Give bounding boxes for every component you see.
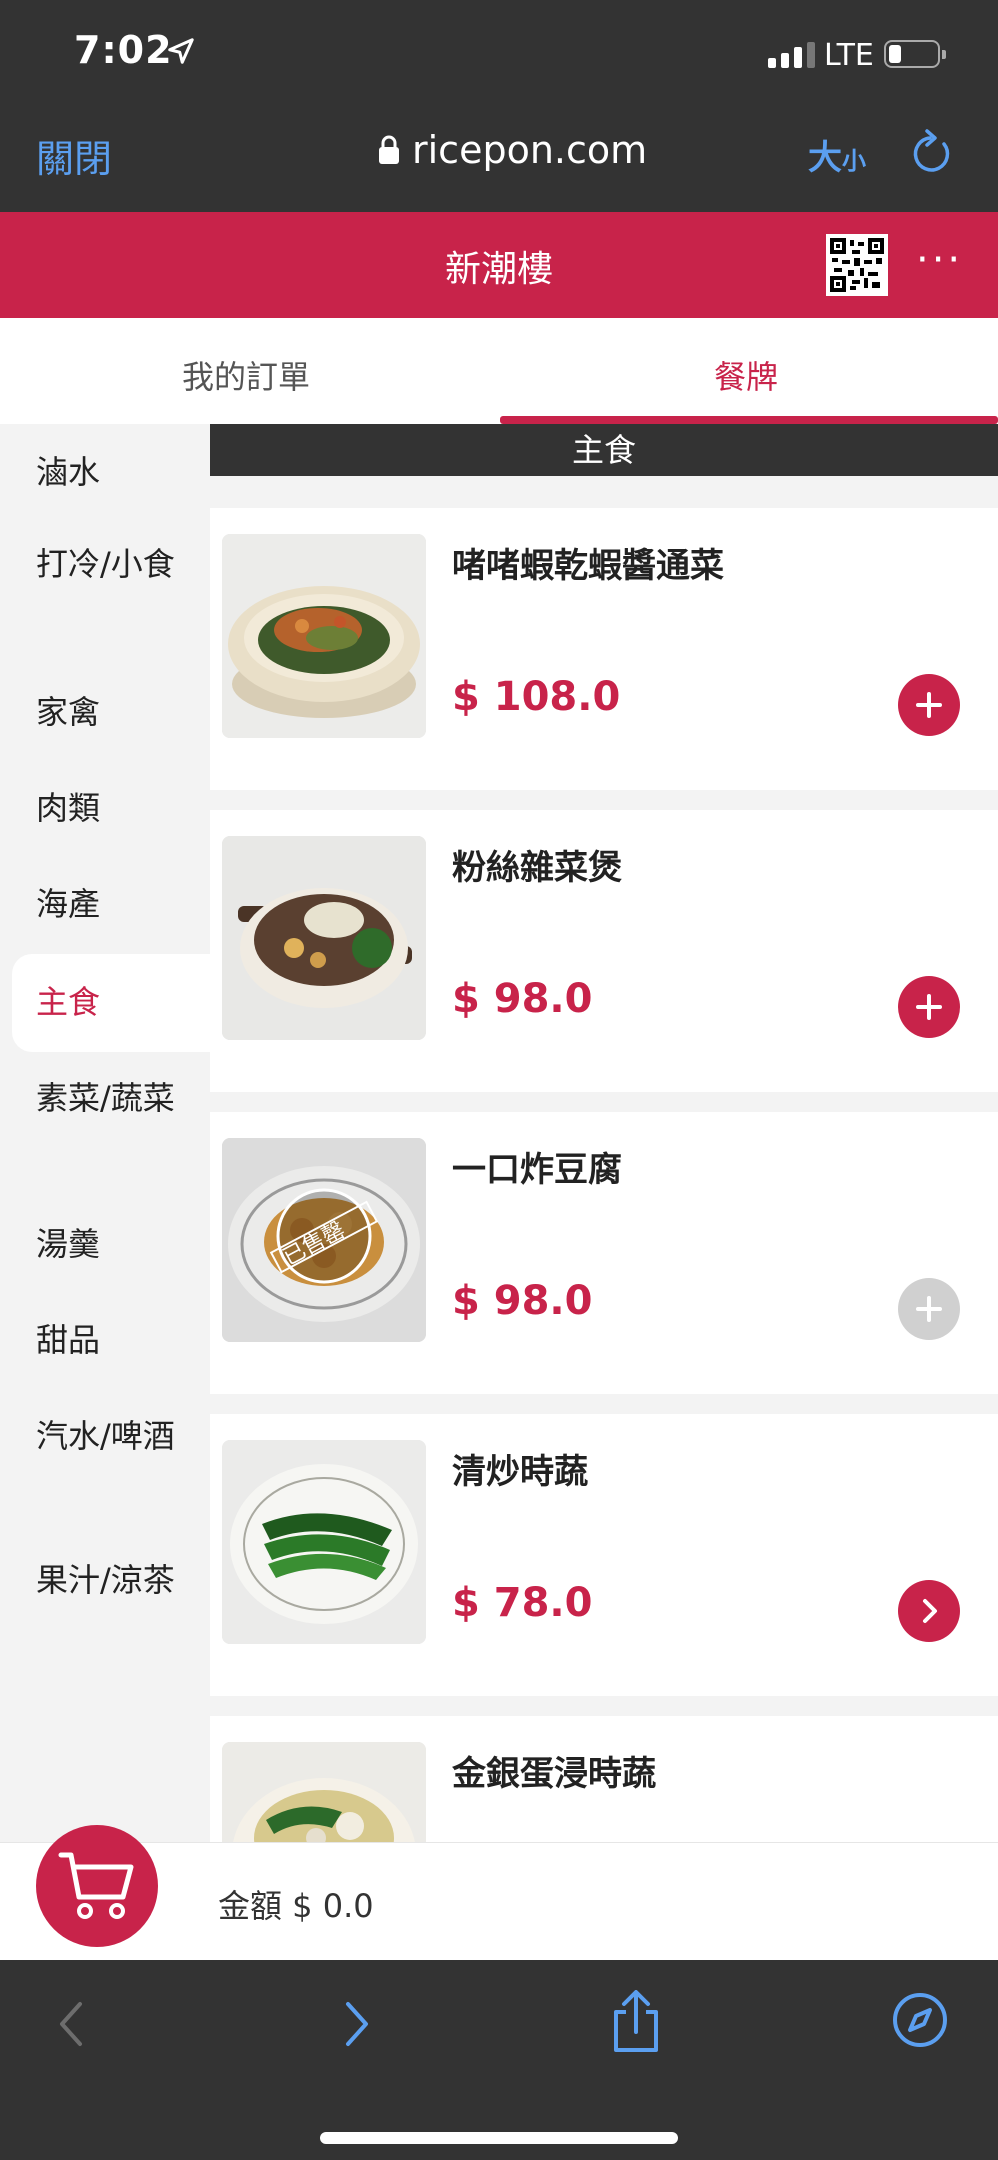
- location-arrow-icon: [168, 38, 194, 64]
- sidebar-item-dessert[interactable]: 甜品: [36, 1316, 176, 1364]
- forward-icon[interactable]: [336, 1996, 376, 2052]
- back-icon[interactable]: [52, 1996, 92, 2052]
- cart-bar: 金額 $ 0.0: [0, 1825, 998, 1960]
- dish-photo: [222, 1742, 426, 1842]
- dish-name: 金銀蛋浸時蔬: [452, 1754, 656, 1794]
- network-label: LTE: [824, 38, 874, 73]
- menu-item[interactable]: 啫啫蝦乾蝦醬通菜 $ 108.0: [210, 508, 998, 790]
- sidebar-item-soup[interactable]: 湯羹: [36, 1220, 176, 1268]
- sidebar-item-poultry[interactable]: 家禽: [36, 688, 176, 736]
- qr-code-icon[interactable]: [826, 234, 888, 296]
- menu-item[interactable]: 金銀蛋浸時蔬: [210, 1716, 998, 1842]
- plus-icon: [916, 994, 942, 1020]
- sidebar-item-soda-beer[interactable]: 汽水/啤酒: [36, 1412, 176, 1460]
- status-time: 7:02: [74, 28, 173, 72]
- view-options-button[interactable]: [898, 1580, 960, 1642]
- browser-bar: 關閉 ricepon.com 大小: [0, 110, 998, 212]
- dish-photo: 已售罄: [222, 1138, 426, 1342]
- sidebar-item-juice-tea[interactable]: 果汁/涼茶: [36, 1556, 176, 1604]
- dish-name: 一口炸豆腐: [452, 1150, 622, 1190]
- dish-price: $ 98.0: [452, 1278, 593, 1324]
- menu-item[interactable]: 粉絲雜菜煲 $ 98.0: [210, 810, 998, 1092]
- sidebar-item-vegetables[interactable]: 素菜/蔬菜: [36, 1074, 176, 1122]
- home-indicator[interactable]: [320, 2132, 678, 2144]
- status-bar: 7:02 LTE: [0, 0, 998, 110]
- add-to-cart-button-disabled: [898, 1278, 960, 1340]
- add-to-cart-button[interactable]: [898, 976, 960, 1038]
- menu-item[interactable]: 清炒時蔬 $ 78.0: [210, 1414, 998, 1696]
- browser-toolbar: [0, 1960, 998, 2160]
- signal-icon: [768, 42, 815, 68]
- lock-icon: [379, 135, 399, 164]
- dish-name: 粉絲雜菜煲: [452, 848, 622, 888]
- dish-price: $ 108.0: [452, 674, 621, 720]
- address-bar[interactable]: ricepon.com: [378, 128, 647, 172]
- plus-icon: [916, 1296, 942, 1322]
- dish-photo: [222, 1440, 426, 1644]
- tab-bar: 我的訂單 餐牌: [0, 318, 998, 424]
- menu-list: 主食 啫啫蝦乾蝦醬通菜 $ 108.0 粉絲雜菜煲 $ 98.0 已售罄 一口炸…: [210, 424, 998, 1842]
- text-size-big: 大: [808, 138, 842, 178]
- sidebar-item-staple[interactable]: 主食: [36, 978, 176, 1026]
- reload-icon[interactable]: [910, 128, 956, 178]
- battery-icon: [884, 40, 946, 68]
- dish-photo: [222, 534, 426, 738]
- share-icon[interactable]: [608, 1990, 664, 2054]
- cart-icon: [58, 1852, 134, 1919]
- section-header: 主食: [210, 424, 998, 476]
- plus-icon: [916, 692, 942, 718]
- dish-price: $ 78.0: [452, 1580, 593, 1626]
- content-area: 滷水 打冷/小食 家禽 肉類 海產 主食 素菜/蔬菜 湯羹 甜品 汽水/啤酒 果…: [0, 424, 998, 1842]
- cart-button[interactable]: [36, 1825, 158, 1947]
- dish-name: 啫啫蝦乾蝦醬通菜: [452, 546, 724, 586]
- compass-icon[interactable]: [890, 1990, 950, 2050]
- more-icon[interactable]: ···: [916, 240, 963, 280]
- menu-item[interactable]: 已售罄 一口炸豆腐 $ 98.0: [210, 1112, 998, 1394]
- sidebar-item-meat[interactable]: 肉類: [36, 784, 176, 832]
- tab-my-orders[interactable]: 我的訂單: [182, 352, 310, 398]
- active-tab-indicator: [500, 416, 998, 424]
- sidebar-item-braised[interactable]: 滷水: [36, 448, 176, 496]
- shop-header: 新潮樓 ···: [0, 212, 998, 318]
- dish-name: 清炒時蔬: [452, 1452, 588, 1492]
- cart-total: 金額 $ 0.0: [218, 1887, 374, 1925]
- add-to-cart-button[interactable]: [898, 674, 960, 736]
- dish-photo: [222, 836, 426, 1040]
- tab-menu[interactable]: 餐牌: [714, 352, 778, 398]
- text-size-small: 小: [842, 147, 866, 175]
- sidebar-item-seafood[interactable]: 海產: [36, 880, 176, 928]
- dish-price: $ 98.0: [452, 976, 593, 1022]
- url-text: ricepon.com: [412, 128, 648, 172]
- text-size-button[interactable]: 大小: [808, 130, 866, 179]
- category-sidebar: 滷水 打冷/小食 家禽 肉類 海產 主食 素菜/蔬菜 湯羹 甜品 汽水/啤酒 果…: [0, 424, 210, 1842]
- sidebar-item-cold-snacks[interactable]: 打冷/小食: [36, 540, 176, 588]
- close-button[interactable]: 關閉: [36, 128, 112, 183]
- chevron-right-icon: [923, 1599, 937, 1623]
